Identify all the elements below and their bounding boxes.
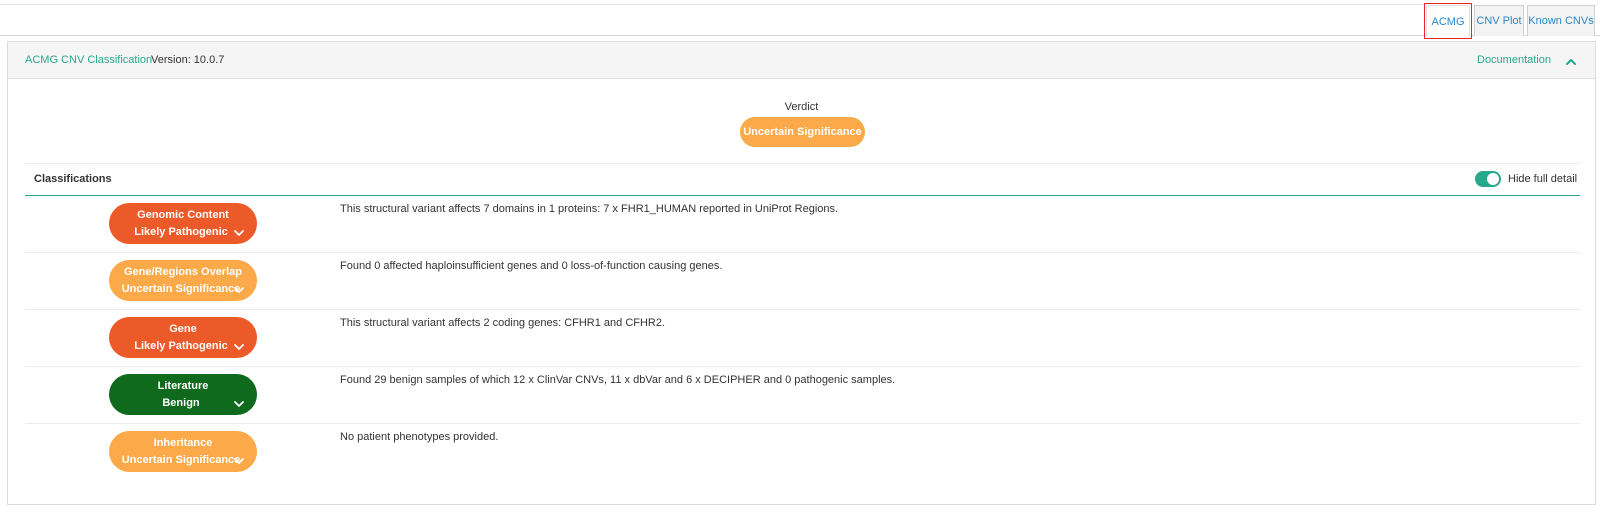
tab-cnv-plot[interactable]: CNV Plot (1474, 5, 1524, 36)
chevron-down-icon (234, 401, 244, 407)
classification-pill[interactable]: Gene Likely Pathogenic (109, 317, 257, 358)
classification-row-genomic-content: Genomic Content Likely Pathogenic This s… (25, 196, 1580, 253)
pill-category: Gene (169, 323, 197, 335)
tab-known-cnvs[interactable]: Known CNVs (1527, 5, 1595, 36)
classification-pill[interactable]: Genomic Content Likely Pathogenic (109, 203, 257, 244)
version-label: Version: 10.0.7 (151, 54, 225, 66)
panel-header: ACMG CNV Classification Version: 10.0.7 … (8, 42, 1595, 79)
classification-description: Found 0 affected haploinsufficient genes… (340, 260, 723, 272)
verdict-label: Verdict (784, 101, 819, 113)
pill-category: Literature (157, 380, 209, 392)
classification-description: This structural variant affects 2 coding… (340, 317, 666, 329)
tab-bar: ACMG CNV Plot Known CNVs (0, 0, 1600, 37)
classification-row-gene: Gene Likely Pathogenic This structural v… (25, 310, 1580, 367)
classification-pill[interactable]: Literature Benign (109, 374, 257, 415)
toggle-knob (1487, 173, 1499, 185)
chevron-down-icon (234, 458, 244, 464)
hide-full-detail-label: Hide full detail (1508, 173, 1578, 185)
pill-category: Inheritance (153, 437, 213, 449)
pill-category: Genomic Content (137, 209, 229, 221)
classification-pill[interactable]: Gene/Regions Overlap Uncertain Significa… (109, 260, 257, 301)
chevron-up-icon[interactable] (1564, 55, 1578, 69)
classification-description: No patient phenotypes provided. (340, 431, 499, 443)
panel-title[interactable]: ACMG CNV Classification (25, 54, 152, 66)
tab-bar-line (0, 4, 1424, 5)
hide-full-detail-toggle[interactable] (1475, 171, 1501, 187)
chevron-down-icon (234, 344, 244, 350)
tab-acmg[interactable]: ACMG (1426, 5, 1470, 37)
verdict-badge: Uncertain Significance (740, 117, 865, 147)
classification-row-gene-regions-overlap: Gene/Regions Overlap Uncertain Significa… (25, 253, 1580, 310)
chevron-down-icon (234, 230, 244, 236)
classifications-title: Classifications (34, 173, 112, 185)
pill-category: Gene/Regions Overlap (124, 266, 242, 278)
classification-description: Found 29 benign samples of which 12 x Cl… (340, 374, 896, 386)
chevron-down-icon (234, 287, 244, 293)
acmg-panel: ACMG CNV Classification Version: 10.0.7 … (7, 41, 1596, 505)
classification-description: This structural variant affects 7 domain… (340, 203, 839, 215)
classification-row-inheritance: Inheritance Uncertain Significance No pa… (25, 424, 1580, 481)
classification-pill[interactable]: Inheritance Uncertain Significance (109, 431, 257, 472)
documentation-link[interactable]: Documentation (1477, 54, 1551, 66)
divider (25, 163, 1580, 164)
classification-row-literature: Literature Benign Found 29 benign sample… (25, 367, 1580, 424)
